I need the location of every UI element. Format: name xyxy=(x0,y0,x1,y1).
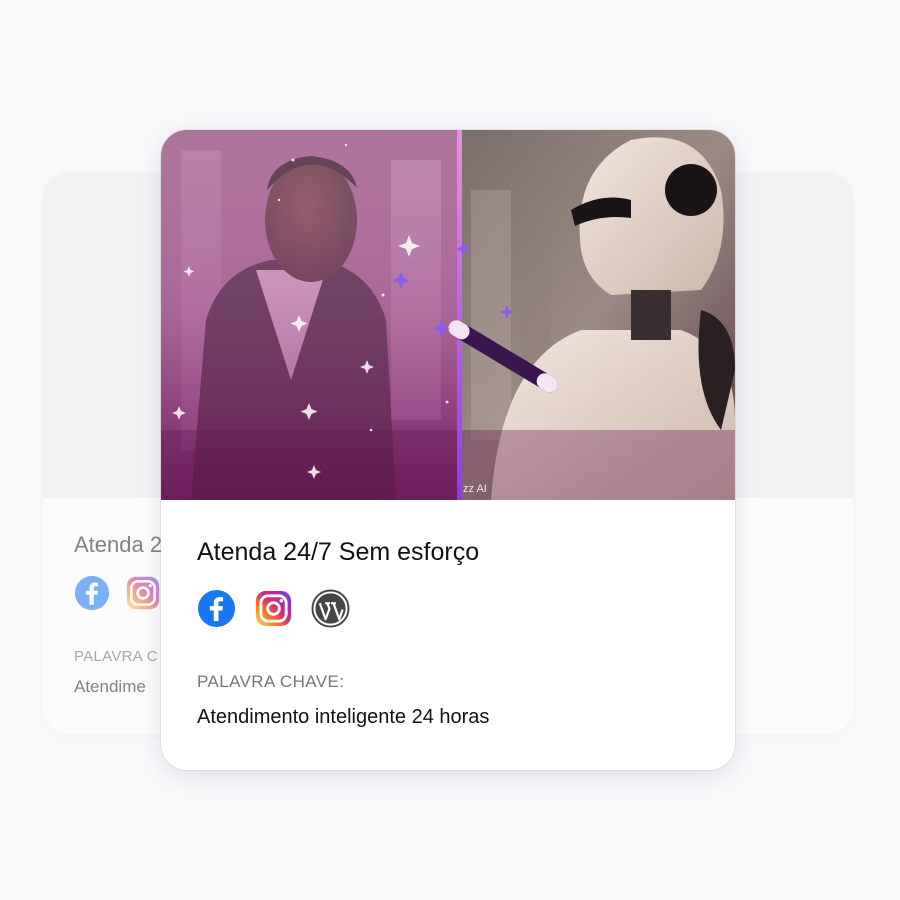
post-image: zz AI xyxy=(161,130,735,500)
image-watermark: zz AI xyxy=(463,483,487,495)
keyword-value: Atendimento inteligente 24 horas xyxy=(197,706,490,728)
wordpress-icon[interactable] xyxy=(311,589,350,628)
background-card-keyword-value: Atendime xyxy=(74,677,146,696)
background-card-title: Atenda 2 xyxy=(74,532,163,557)
post-title: Atenda 24/7 Sem esforço xyxy=(197,538,480,566)
instagram-icon xyxy=(125,575,161,611)
keyword-label: PALAVRA CHAVE: xyxy=(197,672,345,691)
facebook-icon[interactable] xyxy=(197,589,236,628)
background-card-social-icons xyxy=(74,575,161,611)
social-icons-row xyxy=(197,589,350,628)
post-card-body: Atenda 24/7 Sem esforço PALAVRA CHAVE: A… xyxy=(161,500,735,770)
post-card[interactable]: zz AI Atenda 24/7 Sem esforço PALAVRA CH… xyxy=(161,130,735,770)
instagram-icon[interactable] xyxy=(254,589,293,628)
background-card-keyword-label: PALAVRA C xyxy=(74,648,158,665)
facebook-icon xyxy=(74,575,110,611)
